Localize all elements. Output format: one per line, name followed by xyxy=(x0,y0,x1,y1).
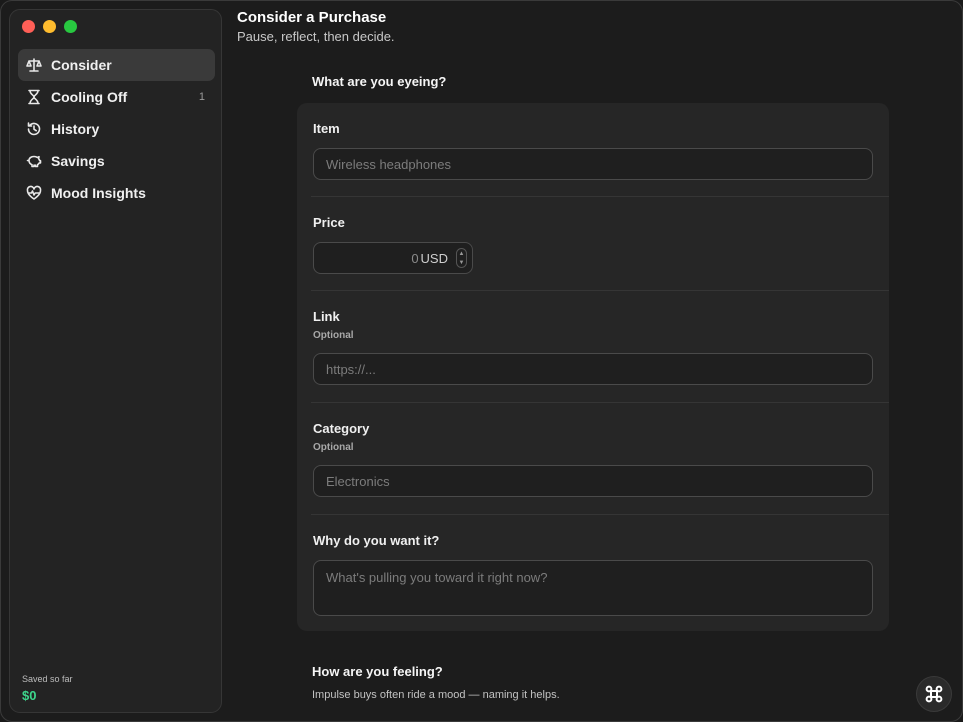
currency-unit: USD xyxy=(420,250,448,266)
sidebar-item-mood-insights[interactable]: Mood Insights xyxy=(18,177,215,209)
category-input[interactable] xyxy=(313,465,873,497)
reason-label: Why do you want it? xyxy=(313,533,440,548)
price-input[interactable]: 0 USD ▲ ▼ xyxy=(313,242,473,274)
command-icon xyxy=(925,685,943,703)
price-field: Price 0 USD ▲ ▼ xyxy=(297,215,889,274)
link-input[interactable] xyxy=(313,353,873,385)
page-header: Consider a Purchase Pause, reflect, then… xyxy=(237,9,395,44)
page-subtitle: Pause, reflect, then decide. xyxy=(237,29,395,44)
sidebar-item-consider[interactable]: Consider xyxy=(18,49,215,81)
saved-value: $0 xyxy=(22,688,37,703)
item-input[interactable] xyxy=(313,148,873,180)
feeling-subtitle: Impulse buys often ride a mood — naming … xyxy=(312,689,560,701)
chevron-up-icon[interactable]: ▲ xyxy=(459,251,465,257)
category-hint: Optional xyxy=(313,442,354,453)
heart-pulse-icon xyxy=(26,185,42,201)
sidebar-nav: Consider Cooling Off 1 History Savings M… xyxy=(18,49,215,209)
saved-label: Saved so far xyxy=(22,674,73,684)
history-icon xyxy=(26,121,42,137)
command-button[interactable] xyxy=(916,676,952,712)
price-value: 0 xyxy=(411,250,419,266)
sidebar-item-label: History xyxy=(51,121,100,137)
piggy-bank-icon xyxy=(26,153,42,169)
purchase-form-card: Item Price 0 USD ▲ ▼ Link Optional Categ… xyxy=(297,103,889,631)
sidebar-item-history[interactable]: History xyxy=(18,113,215,145)
sidebar-item-label: Mood Insights xyxy=(51,185,146,201)
category-field: Category Optional xyxy=(297,421,889,497)
reason-field: Why do you want it? xyxy=(297,533,889,616)
sidebar-item-label: Consider xyxy=(51,57,112,73)
window-controls xyxy=(22,20,77,33)
link-label: Link xyxy=(313,309,340,324)
sidebar-item-label: Savings xyxy=(51,153,105,169)
scale-icon xyxy=(26,57,42,73)
reason-textarea[interactable] xyxy=(313,560,873,616)
page-title: Consider a Purchase xyxy=(237,9,387,26)
price-stepper[interactable]: ▲ ▼ xyxy=(456,248,467,268)
link-hint: Optional xyxy=(313,330,354,341)
close-window-button[interactable] xyxy=(22,20,35,33)
price-label: Price xyxy=(313,215,345,230)
divider xyxy=(311,514,889,515)
savings-summary: Saved so far $0 xyxy=(22,674,73,703)
sidebar: Consider Cooling Off 1 History Savings M… xyxy=(9,9,222,713)
hourglass-icon xyxy=(26,89,42,105)
divider xyxy=(311,290,889,291)
link-field: Link Optional xyxy=(297,309,889,385)
sidebar-item-label: Cooling Off xyxy=(51,89,128,105)
sidebar-item-badge: 1 xyxy=(198,91,205,103)
zoom-window-button[interactable] xyxy=(64,20,77,33)
chevron-down-icon[interactable]: ▼ xyxy=(459,260,465,266)
feeling-title: How are you feeling? xyxy=(312,664,443,679)
sidebar-item-cooling-off[interactable]: Cooling Off 1 xyxy=(18,81,215,113)
app-window: Consider Cooling Off 1 History Savings M… xyxy=(0,0,963,722)
minimize-window-button[interactable] xyxy=(43,20,56,33)
category-label: Category xyxy=(313,421,370,436)
section-title: What are you eyeing? xyxy=(312,74,447,89)
item-field: Item xyxy=(297,121,889,180)
sidebar-item-savings[interactable]: Savings xyxy=(18,145,215,177)
item-label: Item xyxy=(313,121,340,136)
divider xyxy=(311,402,889,403)
divider xyxy=(311,196,889,197)
